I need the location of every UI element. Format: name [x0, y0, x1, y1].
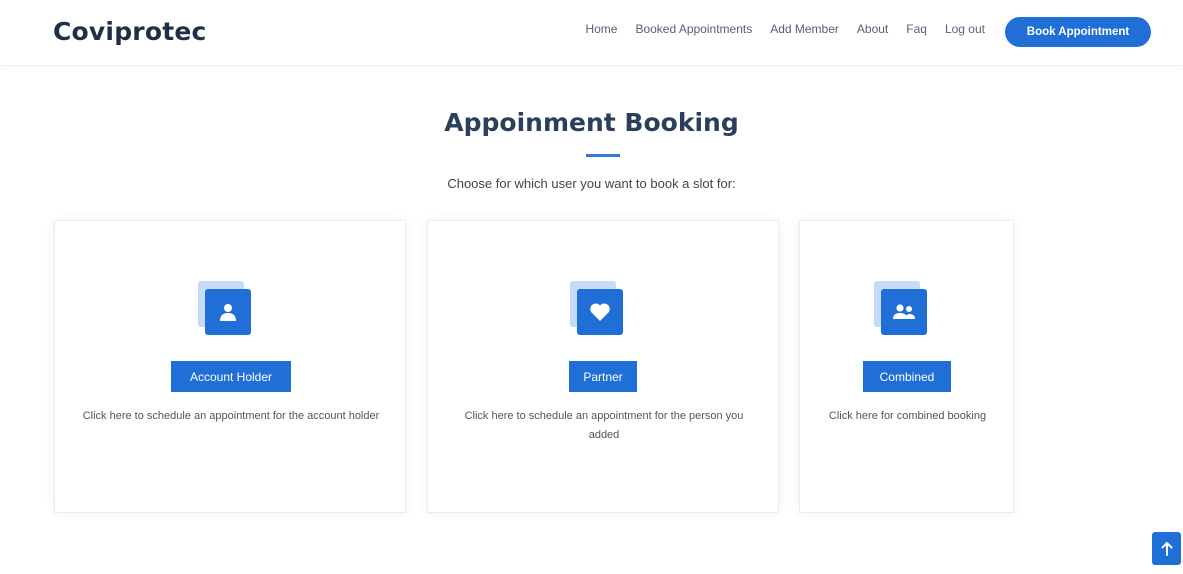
book-appointment-button[interactable]: Book Appointment	[1005, 17, 1151, 47]
partner-button[interactable]: Partner	[569, 361, 637, 392]
page-title: Appoinment Booking	[444, 108, 739, 137]
partner-description: Click here to schedule an appointment fo…	[464, 410, 744, 441]
partner-card[interactable]: Partner Click here to schedule an appoin…	[427, 220, 779, 513]
nav-log-out[interactable]: Log out	[945, 22, 985, 36]
nav-about[interactable]: About	[857, 22, 888, 36]
title-underline	[586, 154, 620, 157]
account-holder-icon-box	[198, 281, 258, 341]
heart-icon	[590, 303, 610, 321]
account-holder-button[interactable]: Account Holder	[171, 361, 291, 392]
back-to-top-button[interactable]	[1152, 532, 1181, 565]
users-icon	[893, 304, 915, 319]
partner-icon-box	[570, 281, 630, 341]
account-holder-description: Click here to schedule an appointment fo…	[82, 410, 380, 422]
page-subtitle: Choose for which user you want to book a…	[447, 176, 736, 191]
logo[interactable]: Coviprotec	[53, 17, 207, 46]
combined-description: Click here for combined booking	[828, 410, 987, 422]
combined-card[interactable]: Combined Click here for combined booking	[799, 220, 1014, 513]
arrow-up-icon	[1161, 541, 1172, 556]
nav-home[interactable]: Home	[585, 22, 617, 36]
combined-icon-box	[874, 281, 934, 341]
combined-button[interactable]: Combined	[863, 361, 951, 392]
main-nav: Home Booked Appointments Add Member Abou…	[585, 22, 985, 36]
nav-faq[interactable]: Faq	[906, 22, 927, 36]
account-holder-card[interactable]: Account Holder Click here to schedule an…	[54, 220, 406, 513]
nav-add-member[interactable]: Add Member	[770, 22, 839, 36]
site-header: Coviprotec Home Booked Appointments Add …	[0, 0, 1183, 66]
nav-booked-appointments[interactable]: Booked Appointments	[635, 22, 752, 36]
user-icon	[220, 304, 236, 321]
